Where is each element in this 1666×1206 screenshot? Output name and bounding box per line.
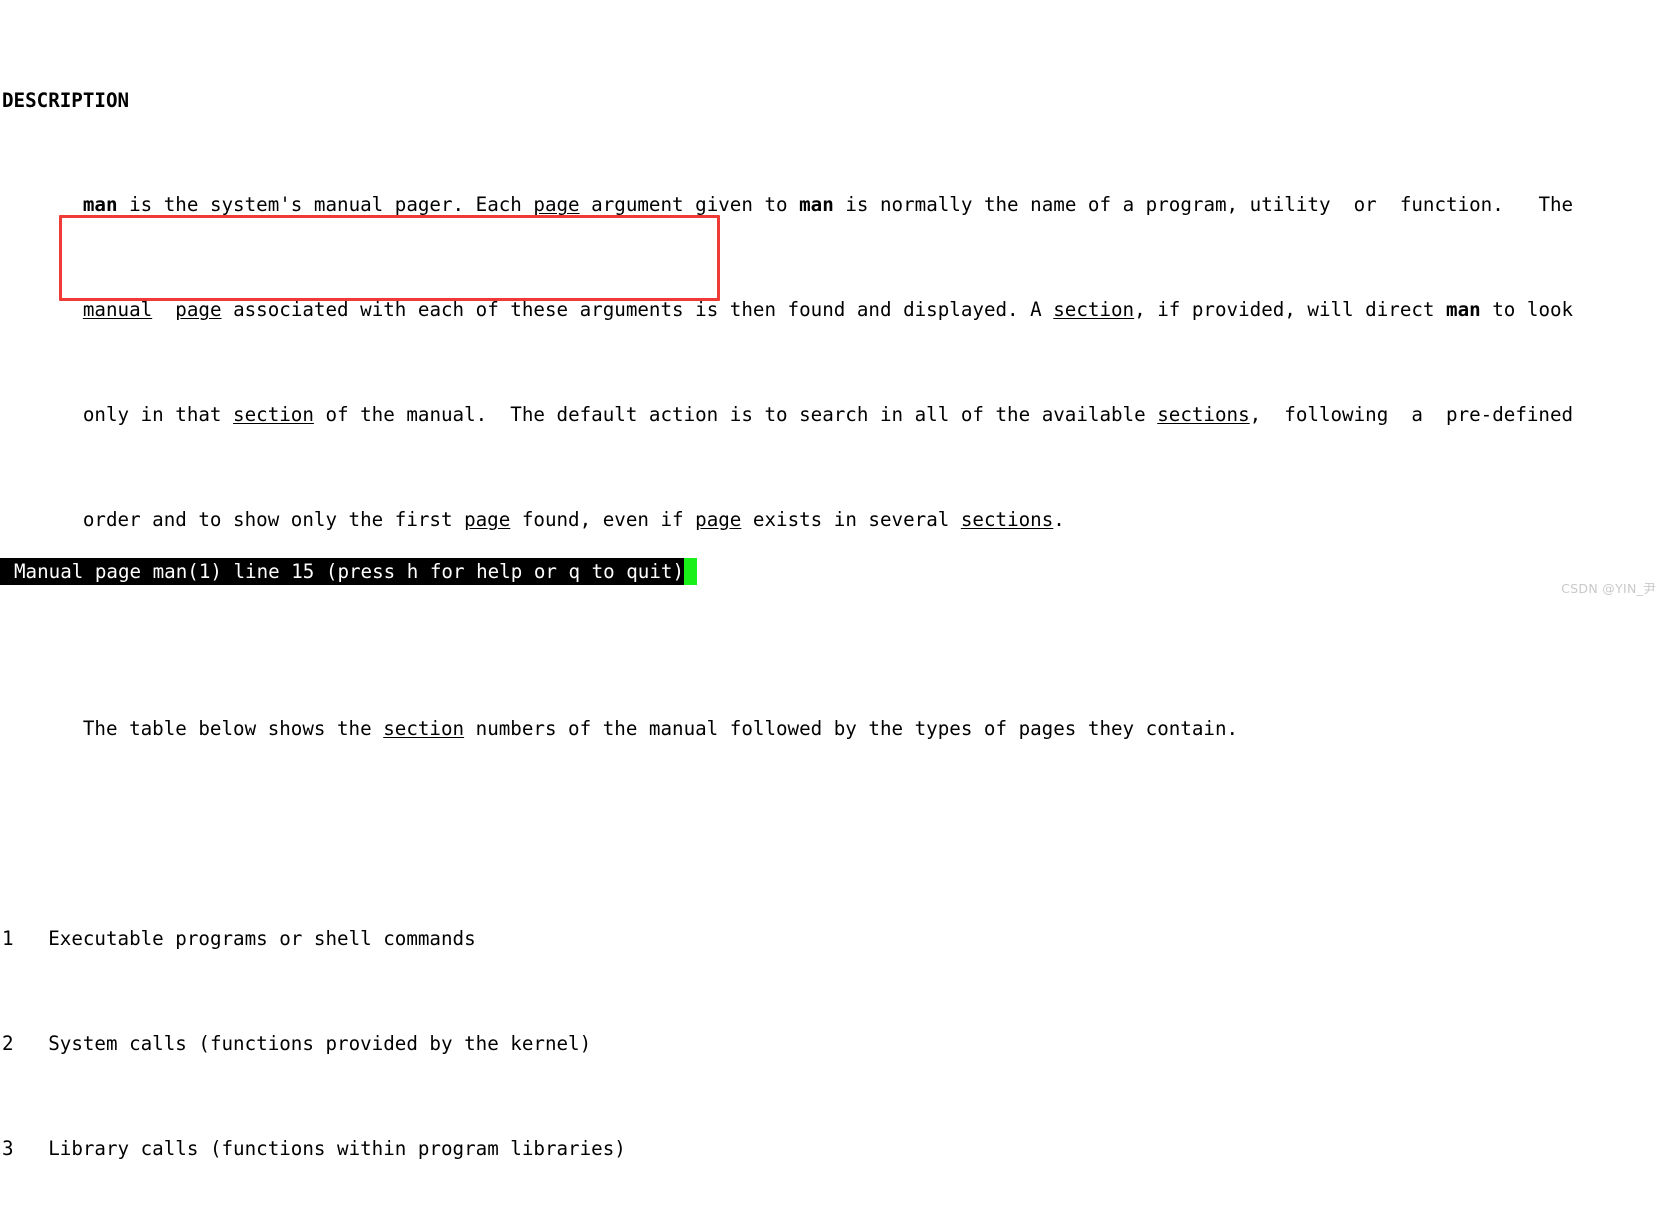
- description-paragraph-line-2: manual page associated with each of thes…: [0, 297, 1666, 323]
- link-page: page: [533, 193, 580, 217]
- text-run: [152, 298, 175, 321]
- text-run: numbers of the manual followed by the ty…: [464, 717, 1239, 741]
- link-page: page: [464, 507, 511, 531]
- text-run: The table below shows the: [2, 717, 384, 741]
- text-run: of the manual. The default action is to …: [313, 403, 1158, 426]
- pager-status-bar[interactable]: Manual page man(1) line 15 (press h for …: [0, 558, 698, 585]
- link-sections: sections: [960, 507, 1054, 531]
- man-page-content: DESCRIPTION man is the system's manual p…: [0, 0, 1666, 1206]
- watermark: CSDN @YIN_尹: [1561, 581, 1656, 596]
- link-section: section: [1053, 298, 1135, 322]
- keyword-man: man: [82, 193, 118, 217]
- keyword-man: man: [799, 193, 834, 217]
- text-run: associated with each of these arguments …: [221, 298, 1054, 322]
- section-description: Library calls (functions within program …: [48, 1136, 626, 1160]
- description-paragraph-line-1: man is the system's manual pager. Each p…: [0, 192, 1666, 218]
- text-run: found, even if: [510, 507, 696, 531]
- text-run: .: [1053, 507, 1065, 531]
- text-run: is the system's manual pager. Each: [117, 193, 534, 217]
- link-manual: manual: [82, 298, 153, 322]
- table-row: 1 Executable programs or shell commands: [0, 926, 1666, 952]
- text-run: , if provided, will direct: [1134, 298, 1447, 322]
- table-row: 2 System calls (functions provided by th…: [0, 1031, 1666, 1057]
- terminal-cursor: [684, 558, 698, 585]
- text-run: exists in several: [741, 507, 961, 531]
- section-description: Executable programs or shell commands: [48, 926, 476, 950]
- keyword-man: man: [1446, 298, 1481, 322]
- table-row: 3 Library calls (functions within progra…: [0, 1136, 1666, 1162]
- section-description: System calls (functions provided by the …: [48, 1031, 592, 1055]
- text-run: , following a pre-defined: [1249, 403, 1574, 426]
- section-number: 2: [2, 1031, 14, 1055]
- table-intro-paragraph: The table below shows the section number…: [0, 716, 1666, 742]
- text-run: is normally the name of a program, utili…: [833, 193, 1574, 217]
- link-page: page: [695, 507, 742, 531]
- text-run: only in that: [2, 403, 234, 426]
- text-run: to look: [1480, 298, 1574, 322]
- description-paragraph-line-4: order and to show only the first page fo…: [0, 507, 1666, 533]
- text-run: argument given to: [579, 193, 800, 217]
- section-number: 3: [2, 1136, 14, 1160]
- description-paragraph-line-3: only in that section of the manual. The …: [0, 402, 1666, 428]
- link-sections: sections: [1157, 403, 1250, 426]
- link-section: section: [233, 403, 314, 426]
- section-heading-description: DESCRIPTION: [2, 88, 130, 112]
- link-section: section: [383, 717, 465, 741]
- status-bar-text: Manual page man(1) line 15 (press h for …: [14, 560, 685, 583]
- section-number: 1: [2, 926, 14, 950]
- text-run: order and to show only the first: [2, 507, 465, 531]
- terminal-screen: DESCRIPTION man is the system's manual p…: [0, 0, 1666, 1160]
- link-page: page: [175, 298, 222, 322]
